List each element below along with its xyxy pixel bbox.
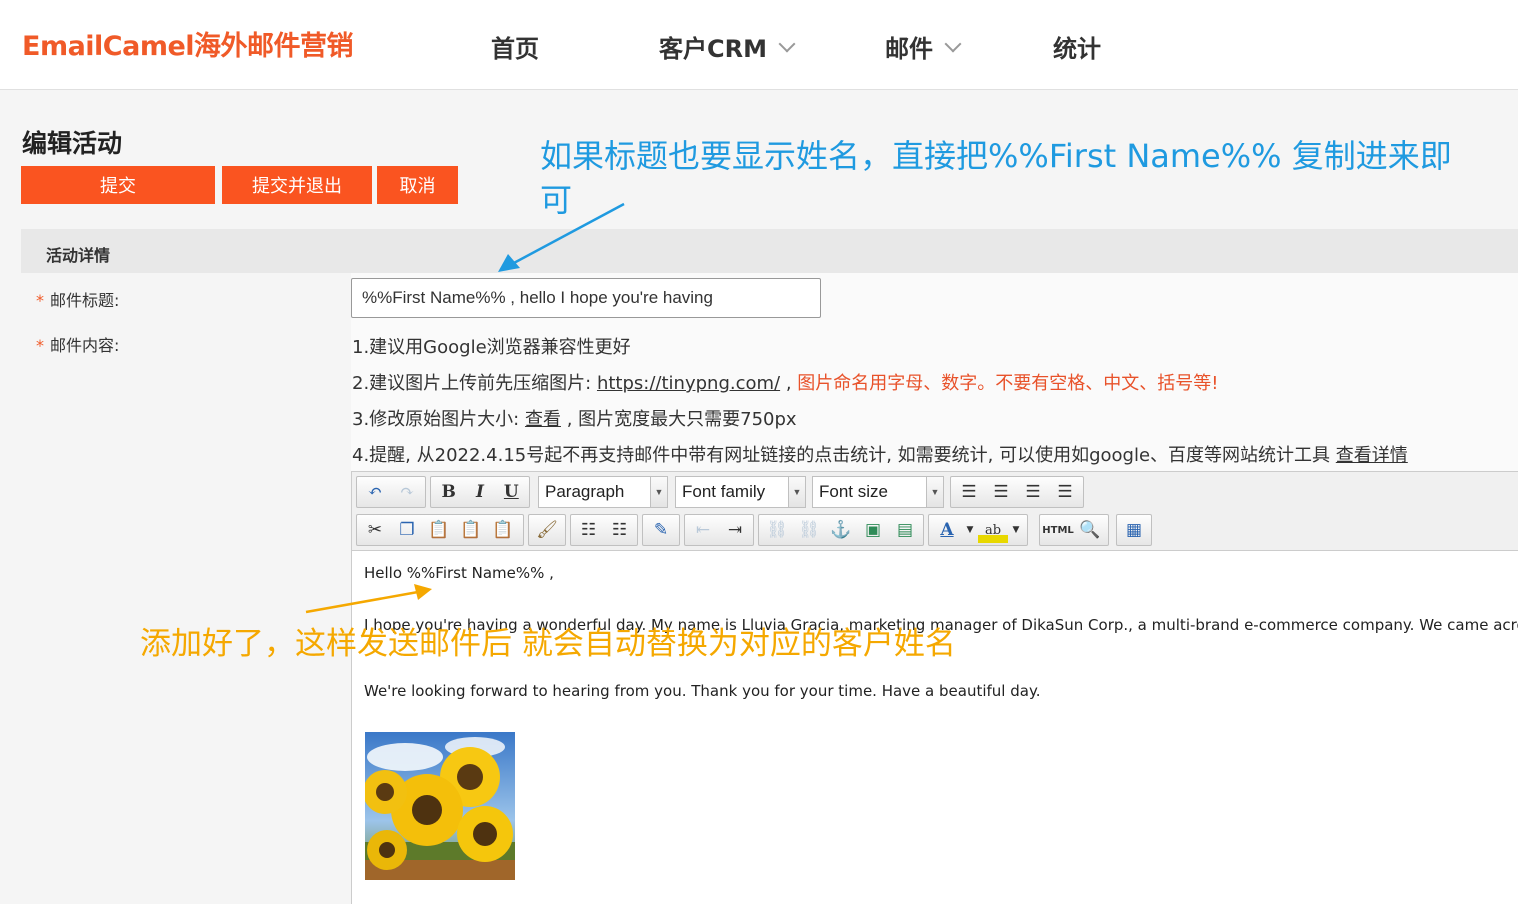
align-justify-icon[interactable]: ☰ (1050, 479, 1080, 505)
nav-email-label: 邮件 (885, 35, 933, 63)
color-group: A ▼ ab ▼ (928, 514, 1028, 546)
numbered-list-icon[interactable]: ☷ (605, 517, 634, 543)
tip-1: 1.建议用Google浏览器兼容性更好 (352, 337, 631, 358)
link-icon[interactable]: ⛓ (762, 517, 792, 543)
tip-2-separator: , (780, 373, 798, 394)
top-navbar: EmailCamel海外邮件营销 首页 客户CRM 邮件 统计 (0, 0, 1518, 90)
tip-3-suffix: , 图片宽度最大只需要750px (560, 409, 797, 430)
font-size-value: Font size (819, 482, 888, 501)
dropdown-arrow-icon[interactable]: ▼ (964, 517, 976, 543)
nav-home-label: 首页 (491, 35, 539, 63)
tip-2-text: 2.建议图片上传前先压缩图片: (352, 373, 597, 394)
outdent-icon[interactable]: ⇤ (688, 517, 718, 543)
tip-4: 4.提醒, 从2022.4.15号起不再支持邮件中带有网址链接的点击统计, 如需… (352, 441, 1408, 467)
media-icon[interactable]: ▤ (890, 517, 920, 543)
anchor-icon[interactable]: ⚓ (826, 517, 856, 543)
view-resize-link[interactable]: 查看 (525, 409, 561, 430)
tip-3-text: 3.修改原始图片大小: (352, 409, 525, 430)
clipboard-group: ✂ ❐ 📋 📋 📋 (356, 514, 524, 546)
logo[interactable]: EmailCamel海外邮件营销 (22, 24, 354, 63)
html-source-button[interactable]: HTML (1042, 517, 1074, 543)
chevron-down-icon (778, 35, 796, 52)
subject-label-text: 邮件标题: (50, 291, 120, 310)
source-group: HTML 🔍 (1039, 514, 1109, 546)
unlink-icon[interactable]: ⛓ (794, 517, 824, 543)
bullet-list-icon[interactable]: ☷ (574, 517, 603, 543)
align-group: ☰ ☰ ☰ ☰ (950, 476, 1084, 508)
dropdown-arrow-icon: ▼ (788, 477, 805, 507)
tip-3: 3.修改原始图片大小: 查看 , 图片宽度最大只需要750px (352, 405, 797, 431)
format-select[interactable]: Paragraph ▼ (538, 476, 668, 508)
cut-icon[interactable]: ✂ (360, 517, 390, 543)
nav-email[interactable]: 邮件 (885, 29, 962, 64)
paste-text-icon[interactable]: 📋 (456, 517, 486, 543)
list-group: ☷ ☷ (570, 514, 638, 546)
sunflower-image[interactable] (365, 732, 515, 880)
insert-group: ⛓ ⛓ ⚓ ▣ ▤ (758, 514, 924, 546)
tinypng-link[interactable]: https://tinypng.com/ (597, 373, 780, 394)
content-label-text: 邮件内容: (50, 336, 120, 355)
chevron-down-icon (944, 35, 962, 52)
nav-crm[interactable]: 客户CRM (659, 29, 796, 64)
nav-crm-label: 客户CRM (659, 35, 767, 63)
font-family-select[interactable]: Font family ▼ (675, 476, 806, 508)
align-right-icon[interactable]: ☰ (1018, 479, 1048, 505)
font-family-value: Font family (682, 482, 766, 501)
copy-icon[interactable]: ❐ (392, 517, 422, 543)
edit-group: ✎ (642, 514, 680, 546)
section-header: 活动详情 (21, 229, 1518, 273)
nav-home[interactable]: 首页 (491, 29, 539, 64)
dropdown-arrow-icon[interactable]: ▼ (1010, 517, 1022, 543)
cleanup-brush-icon[interactable]: 🖌 (532, 517, 562, 543)
body-paragraph-2: We're looking forward to hearing from yo… (364, 682, 1041, 700)
submit-button[interactable]: 提交 (21, 166, 215, 204)
tip-2: 2.建议图片上传前先压缩图片: https://tinypng.com/ , 图… (352, 369, 1219, 395)
preview-magnifier-icon[interactable]: 🔍 (1075, 517, 1105, 543)
indent-icon[interactable]: ⇥ (720, 517, 750, 543)
highlight-color-icon[interactable]: ab (978, 517, 1008, 543)
template-group: ▦ (1116, 514, 1152, 546)
indent-group: ⇤ ⇥ (684, 514, 754, 546)
tip-4-text: 4.提醒, 从2022.4.15号起不再支持邮件中带有网址链接的点击统计, 如需… (352, 445, 1336, 466)
tip-2-warning: 图片命名用字母、数字。不要有空格、中文、括号等! (797, 373, 1219, 394)
align-center-icon[interactable]: ☰ (986, 479, 1016, 505)
annotation-blue: 如果标题也要显示姓名，直接把%%First Name%% 复制进来即可 (540, 137, 1452, 219)
paste-word-icon[interactable]: 📋 (488, 517, 518, 543)
edit-icon[interactable]: ✎ (646, 517, 676, 543)
body-greeting: Hello %%First Name%% , (364, 564, 554, 582)
redo-icon[interactable]: ↷ (392, 479, 422, 505)
label-column (21, 273, 351, 904)
required-mark: * (36, 336, 44, 355)
template-icon[interactable]: ▦ (1120, 517, 1148, 543)
underline-icon[interactable]: U (497, 479, 526, 505)
align-left-icon[interactable]: ☰ (954, 479, 984, 505)
undo-icon[interactable]: ↶ (360, 479, 390, 505)
submit-exit-button[interactable]: 提交并退出 (222, 166, 372, 204)
undo-redo-group: ↶ ↷ (356, 476, 426, 508)
dropdown-arrow-icon: ▼ (650, 477, 667, 507)
page-title: 编辑活动 (22, 129, 123, 158)
image-icon[interactable]: ▣ (858, 517, 888, 543)
rich-text-editor: ↶ ↷ B I U Paragraph ▼ Font family ▼ Font s… (351, 471, 1518, 904)
bold-icon[interactable]: B (434, 479, 463, 505)
dropdown-arrow-icon: ▼ (926, 477, 943, 507)
section-title: 活动详情 (46, 246, 111, 265)
cleanup-group: 🖌 (528, 514, 566, 546)
format-select-value: Paragraph (545, 482, 625, 501)
paste-icon[interactable]: 📋 (424, 517, 454, 543)
view-details-link[interactable]: 查看详情 (1336, 445, 1408, 466)
font-color-icon[interactable]: A (932, 517, 962, 543)
font-size-select[interactable]: Font size ▼ (812, 476, 944, 508)
italic-icon[interactable]: I (465, 479, 494, 505)
nav-stats-label: 统计 (1053, 35, 1101, 63)
subject-input[interactable] (351, 278, 821, 318)
annotation-yellow: 添加好了，这样发送邮件后 就会自动替换为对应的客户姓名 (140, 626, 956, 662)
required-mark: * (36, 291, 44, 310)
content-label: * 邮件内容: (36, 332, 119, 356)
editor-toolbar: ↶ ↷ B I U Paragraph ▼ Font family ▼ Font s… (352, 472, 1518, 551)
cancel-button[interactable]: 取消 (377, 166, 458, 204)
subject-label: * 邮件标题: (36, 287, 119, 311)
text-style-group: B I U (430, 476, 530, 508)
nav-stats[interactable]: 统计 (1053, 29, 1101, 64)
